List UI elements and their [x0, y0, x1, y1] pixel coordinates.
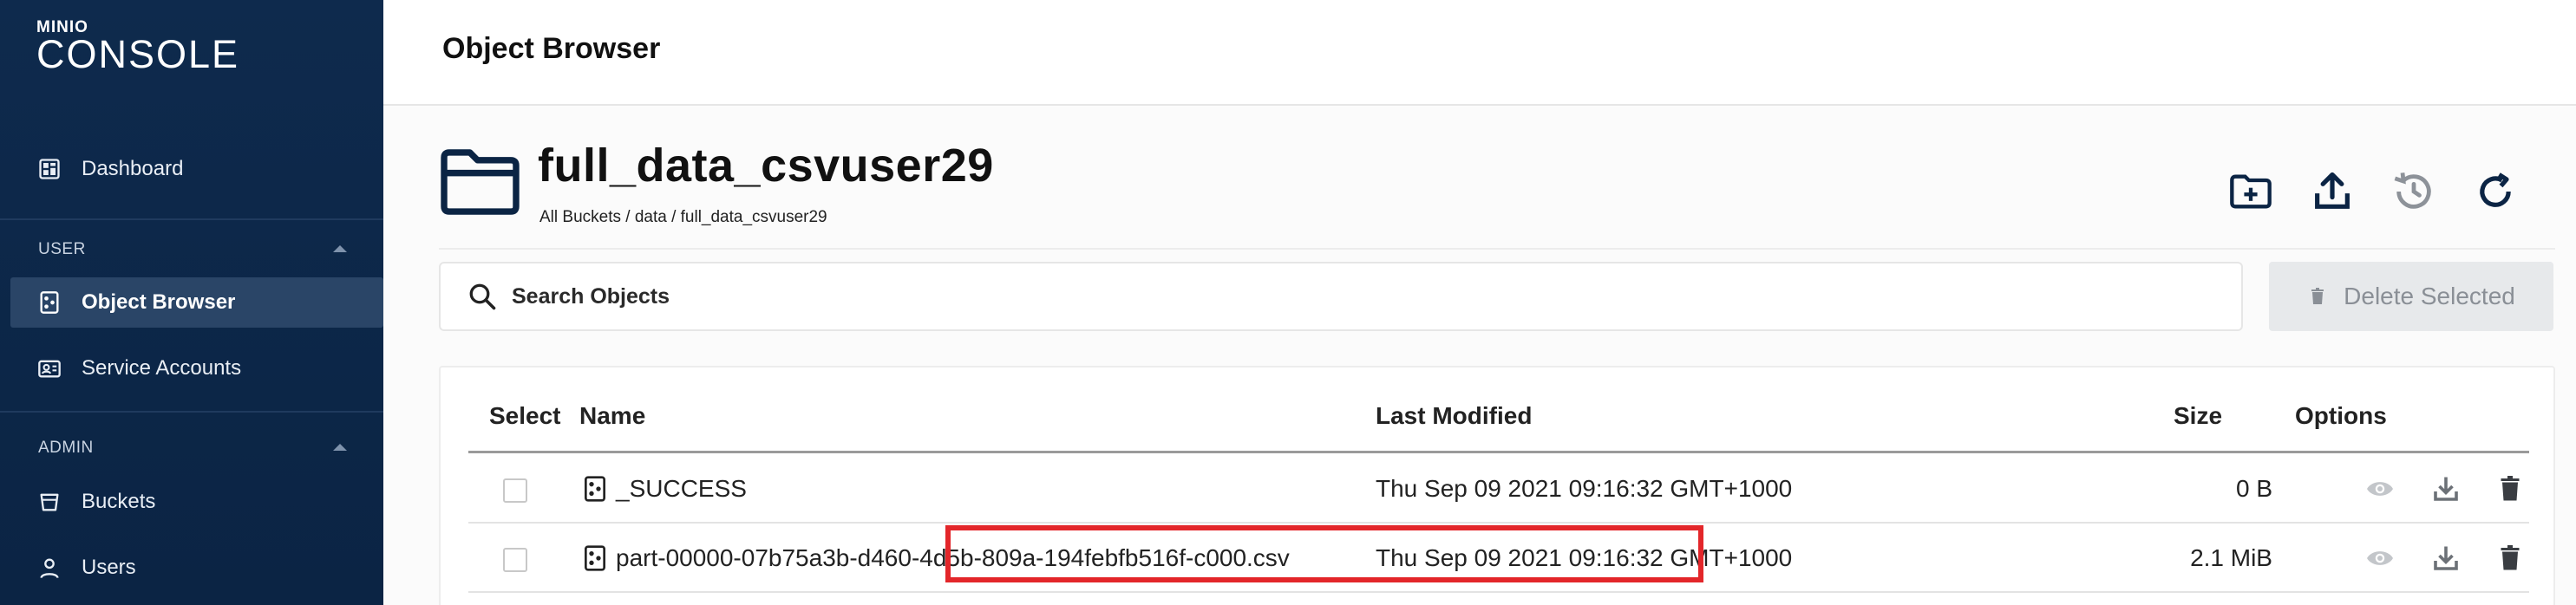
sidebar-item-buckets[interactable]: Buckets: [10, 477, 383, 527]
header-separator: [439, 248, 2555, 250]
user-icon: [36, 555, 62, 581]
collapse-admin-icon[interactable]: [333, 444, 347, 451]
column-header-name[interactable]: Name: [579, 402, 645, 430]
search-input[interactable]: [512, 283, 2160, 309]
file-icon: [585, 545, 605, 571]
trash-icon: [2501, 476, 2520, 501]
folder-icon: [441, 149, 520, 215]
row-select-checkbox[interactable]: [503, 478, 527, 503]
table-header-divider: [468, 451, 2529, 453]
bucket-name: full_data_csvuser29: [538, 140, 994, 192]
sidebar-item-object-browser[interactable]: Object Browser: [10, 277, 383, 328]
preview-button[interactable]: [2363, 541, 2397, 576]
sidebar-item-label: Users: [82, 556, 136, 579]
sidebar-item-dashboard[interactable]: Dashboard: [10, 144, 383, 194]
download-button[interactable]: [2429, 541, 2463, 576]
sidebar-divider: [0, 218, 383, 220]
table-row[interactable]: _SUCCESS Thu Sep 09 2021 09:16:32 GMT+10…: [468, 454, 2529, 524]
column-header-size[interactable]: Size: [2174, 402, 2222, 430]
column-header-select[interactable]: Select: [489, 402, 561, 430]
breadcrumb[interactable]: All Buckets / data / full_data_csvuser29: [539, 208, 827, 227]
object-browser-icon: [36, 289, 62, 316]
delete-object-button[interactable]: [2493, 541, 2527, 576]
main-content: Object Browser full_data_csvuser29 All B…: [383, 0, 2576, 605]
create-folder-button[interactable]: [2226, 166, 2276, 217]
sidebar-item-label: Object Browser: [82, 290, 236, 314]
page-header: Object Browser: [383, 0, 2576, 106]
row-select-checkbox[interactable]: [503, 548, 527, 572]
refresh-icon: [2480, 172, 2511, 207]
logo-main-text: CONSOLE: [36, 32, 240, 76]
file-name[interactable]: _SUCCESS: [616, 475, 747, 503]
sidebar-item-label: Dashboard: [82, 157, 184, 180]
download-icon: [2434, 546, 2458, 570]
eye-icon: [2367, 482, 2393, 496]
sidebar-divider: [0, 411, 383, 413]
eye-icon: [2367, 551, 2393, 565]
search-icon: [469, 283, 496, 310]
service-accounts-icon: [36, 355, 62, 381]
download-icon: [2434, 477, 2458, 501]
download-button[interactable]: [2429, 472, 2463, 506]
page-title: Object Browser: [442, 32, 661, 65]
file-size: 0 B: [2235, 475, 2272, 502]
trash-icon: [2311, 288, 2324, 304]
search-box[interactable]: [439, 262, 2243, 331]
upload-button[interactable]: [2307, 166, 2357, 217]
sidebar: MINIO CONSOLE Dashboard USER Object Brow…: [0, 0, 383, 605]
column-header-options: Options: [2295, 402, 2387, 429]
toolbar: [2226, 166, 2520, 217]
delete-selected-button[interactable]: Delete Selected: [2269, 262, 2553, 331]
refresh-button[interactable]: [2470, 166, 2520, 217]
sidebar-item-service-accounts[interactable]: Service Accounts: [10, 343, 383, 394]
sidebar-item-label: Service Accounts: [82, 356, 242, 380]
file-icon: [585, 476, 605, 502]
history-icon: [2394, 172, 2431, 209]
preview-button[interactable]: [2363, 472, 2397, 506]
folder-plus-icon: [2230, 174, 2272, 209]
minio-console-logo[interactable]: MINIO CONSOLE: [36, 19, 239, 74]
column-header-last-modified[interactable]: Last Modified: [1376, 402, 1532, 430]
sidebar-item-users[interactable]: Users: [10, 543, 383, 593]
upload-icon: [2315, 172, 2350, 209]
last-modified: Thu Sep 09 2021 09:16:32 GMT+1000: [1376, 475, 1793, 502]
section-label-admin: ADMIN: [38, 439, 94, 457]
sidebar-item-label: Buckets: [82, 490, 156, 513]
file-size: 2.1 MiB: [2190, 544, 2272, 571]
trash-icon: [2501, 545, 2520, 570]
history-button[interactable]: [2389, 166, 2439, 217]
delete-object-button[interactable]: [2493, 472, 2527, 506]
collapse-user-icon[interactable]: [333, 245, 347, 252]
delete-selected-label: Delete Selected: [2344, 283, 2515, 309]
selection-highlight: [945, 525, 1703, 582]
dashboard-icon: [36, 156, 62, 182]
bucket-icon: [36, 489, 62, 515]
section-label-user: USER: [38, 240, 86, 258]
